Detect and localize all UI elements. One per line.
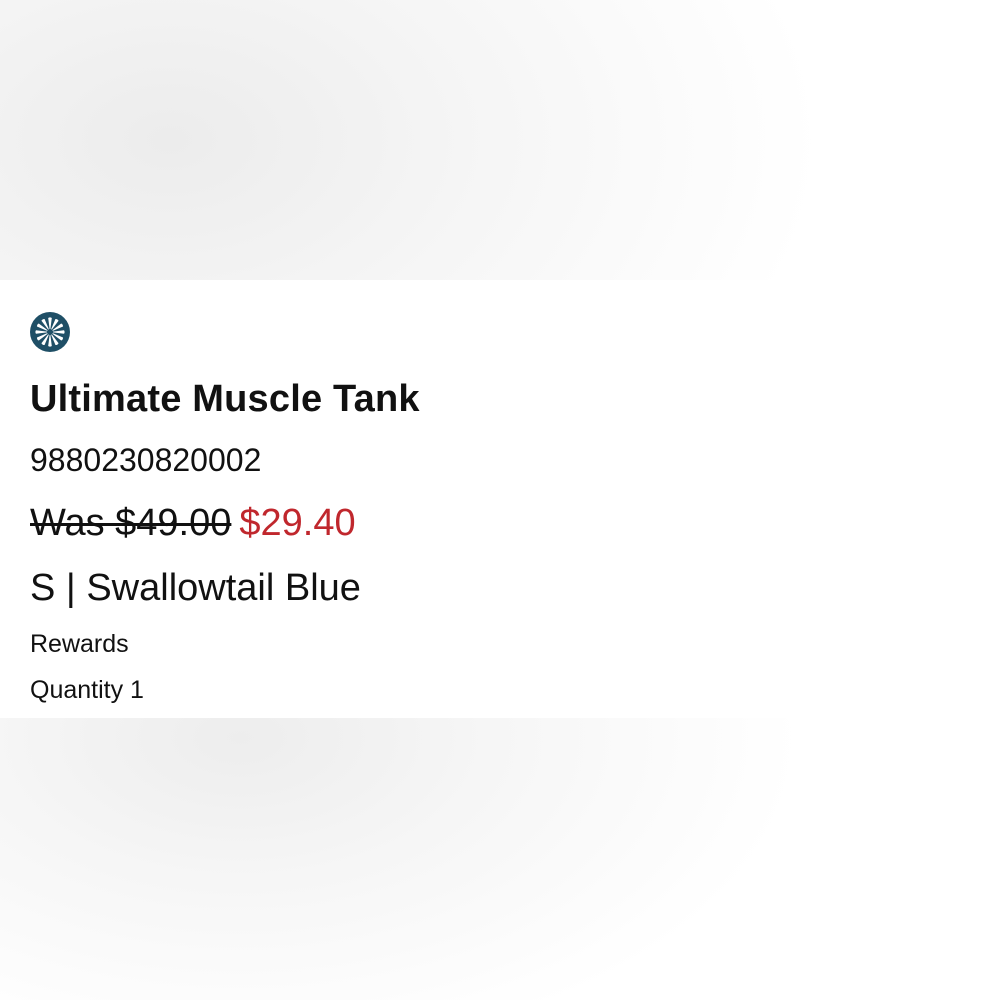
product-title[interactable]: Ultimate Muscle Tank: [30, 378, 420, 421]
sale-price: $29.40: [239, 502, 356, 544]
background-bottom: [0, 718, 1000, 1000]
order-item-card: Ultimate Muscle Tank 9880230820002 Was $…: [0, 280, 1000, 718]
quantity-label: Quantity 1: [30, 676, 144, 704]
pinwheel-logo-icon: [30, 312, 70, 352]
product-sku: 9880230820002: [30, 442, 262, 478]
original-price: Was $49.00: [30, 502, 232, 544]
rewards-label: Rewards: [30, 630, 129, 658]
price-row: Was $49.00 $29.40: [30, 502, 356, 545]
product-variant: S | Swallowtail Blue: [30, 567, 361, 609]
